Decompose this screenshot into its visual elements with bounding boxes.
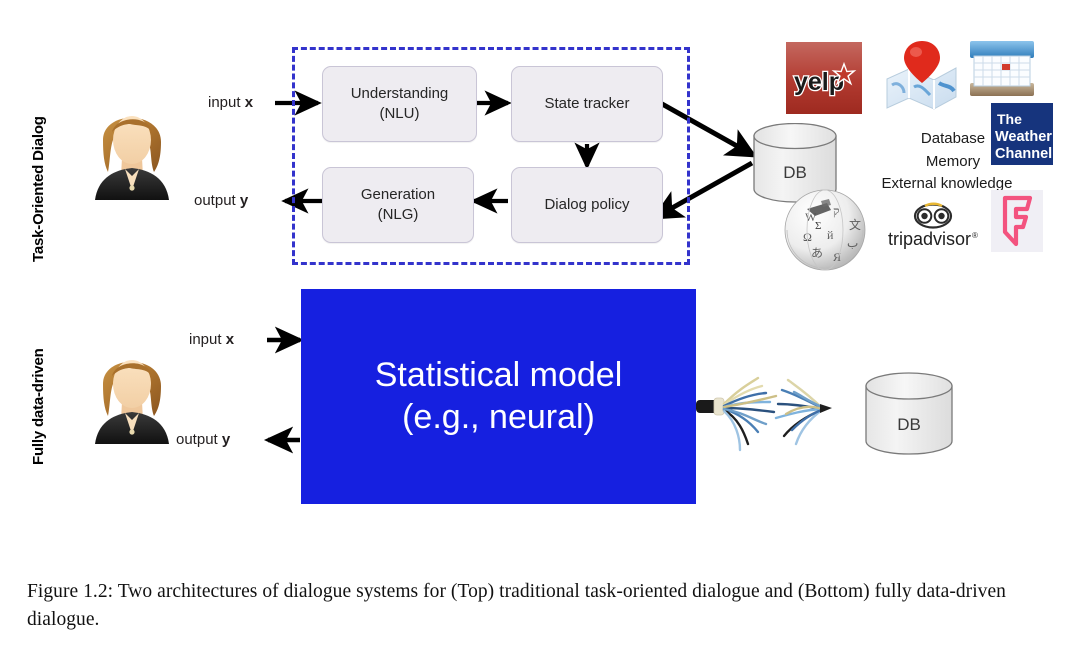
module-state-tracker-line1: State tracker: [544, 94, 630, 112]
svg-text:文: 文: [849, 217, 861, 232]
module-dialog-policy-label: Dialog policy: [544, 195, 629, 215]
calendar-logo-icon: [967, 33, 1037, 103]
frayed-cable-bundle-icon: [696, 360, 856, 470]
svg-text:Σ: Σ: [815, 220, 821, 232]
yelp-logo-icon: yelp yelp: [786, 42, 862, 114]
row-label-fully-data-driven: Fully data-driven: [30, 348, 47, 465]
maps-logo-icon: [884, 35, 960, 113]
database-cylinder-bottom: DB: [864, 372, 954, 458]
module-generation-line1: Generation: [360, 185, 436, 203]
svg-text:ب: ب: [847, 236, 858, 250]
input-label-bottom-text: input: [189, 331, 226, 348]
output-var-top: y: [239, 192, 249, 209]
tripadvisor-logo-icon: tripadvisor ®: [886, 200, 982, 252]
wikipedia-logo-icon: Wק文 Ωйب あЯ Σ: [781, 185, 869, 273]
output-label-top-text: output: [194, 192, 240, 209]
module-state-tracker-label: State tracker: [544, 94, 629, 114]
output-var-bottom: y: [221, 431, 231, 448]
foursquare-logo-icon: [991, 190, 1043, 252]
svg-text:®: ®: [972, 231, 978, 240]
module-generation-line2: (NLG): [377, 206, 419, 223]
statistical-model-box[interactable]: Statistical model (e.g., neural): [301, 289, 696, 504]
weather-line1: The: [997, 111, 1022, 127]
input-var-bottom: x: [225, 331, 235, 348]
figure-caption: Figure 1.2: Two architectures of dialogu…: [27, 581, 1006, 631]
input-label-bottom: input x: [189, 331, 234, 348]
weather-channel-logo-icon: The Weather Channel: [991, 103, 1053, 165]
input-label-top: input x: [208, 94, 253, 111]
database-label-top: DB: [783, 163, 807, 182]
user-avatar-bottom: [86, 340, 178, 444]
user-avatar-top: [86, 96, 178, 200]
database-label-bottom: DB: [897, 415, 921, 434]
svg-text:あ: あ: [811, 246, 823, 260]
svg-text:ק: ק: [833, 204, 839, 218]
module-generation-nlg[interactable]: Generation (NLG): [322, 167, 474, 243]
weather-line2: Weather: [995, 129, 1052, 145]
output-label-top: output y: [194, 192, 248, 209]
figure-canvas: Task-Oriented Dialog input x output y Un…: [0, 0, 1080, 662]
statistical-model-line2: (e.g., neural): [402, 397, 595, 436]
module-understanding-line1: Understanding: [350, 84, 449, 102]
module-understanding-nlu[interactable]: Understanding (NLU): [322, 66, 477, 142]
output-label-bottom-text: output: [176, 431, 222, 448]
module-state-tracker[interactable]: State tracker: [511, 66, 663, 142]
statistical-model-line1: Statistical model: [374, 356, 623, 395]
module-understanding-line2: (NLU): [379, 105, 420, 122]
svg-text:й: й: [827, 228, 834, 242]
weather-line3: Channel: [995, 146, 1052, 162]
row-label-task-oriented: Task-Oriented Dialog: [30, 116, 47, 262]
module-generation-label: Generation (NLG): [361, 185, 435, 226]
module-dialog-policy[interactable]: Dialog policy: [511, 167, 663, 243]
input-var-top: x: [244, 94, 254, 111]
module-understanding-label: Understanding (NLU): [351, 84, 449, 125]
input-label-top-text: input: [208, 94, 245, 111]
output-label-bottom: output y: [176, 431, 230, 448]
tripadvisor-wordmark: tripadvisor: [888, 229, 971, 249]
module-dialog-policy-line1: Dialog policy: [544, 195, 630, 213]
